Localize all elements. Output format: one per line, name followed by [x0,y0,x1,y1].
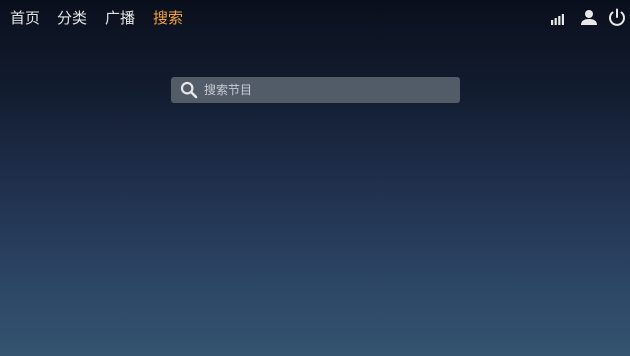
tab-category[interactable]: 分类 [57,8,87,28]
app-screen: { "nav": { "tabs": [ {"label": "首页", "ac… [0,0,630,356]
user-icon[interactable] [578,7,600,29]
search-input[interactable] [204,77,454,103]
search-icon [180,81,198,99]
tab-home[interactable]: 首页 [10,8,40,28]
top-navigation: 首页 分类 广播 搜索 [0,0,630,36]
search-box[interactable] [171,77,460,103]
signal-icon[interactable] [548,7,570,29]
tab-broadcast[interactable]: 广播 [105,8,135,28]
tab-search[interactable]: 搜索 [153,8,183,28]
power-icon[interactable] [606,7,628,29]
